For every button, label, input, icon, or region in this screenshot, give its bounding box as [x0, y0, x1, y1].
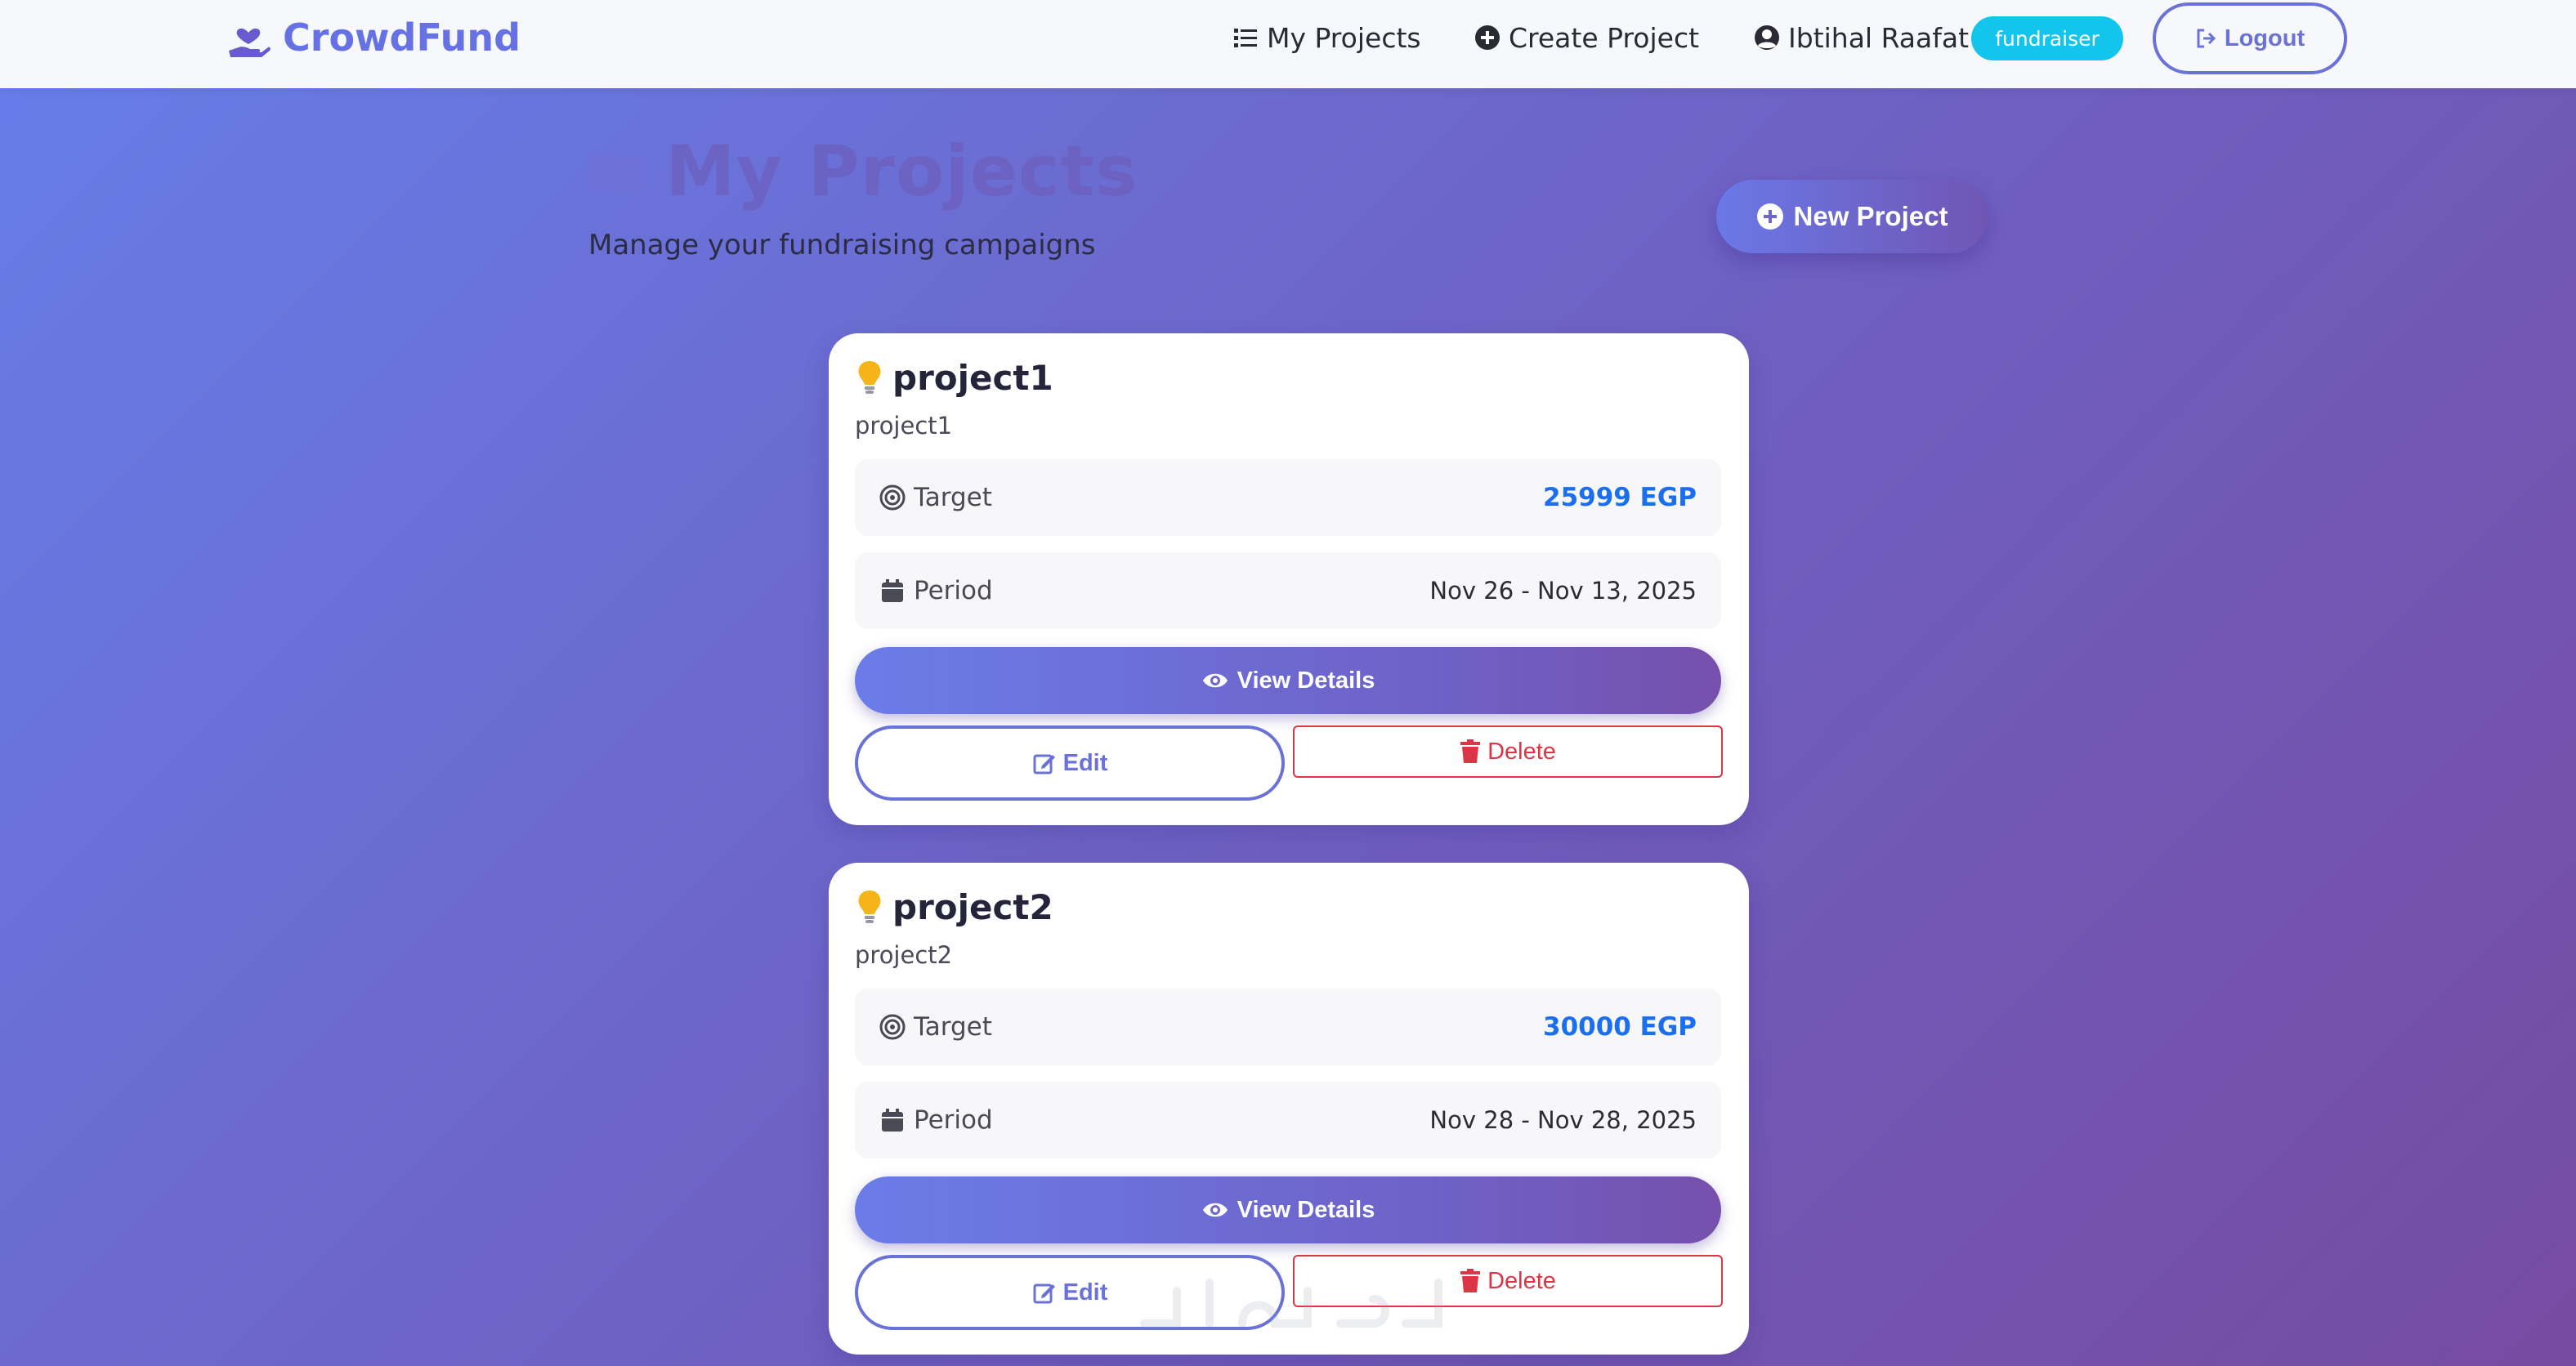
watermark-logo	[1140, 1279, 1442, 1328]
delete-label: Delete	[1487, 1267, 1556, 1294]
view-details-button[interactable]: View Details	[855, 647, 1721, 714]
nav-my-projects-label: My Projects	[1267, 21, 1421, 54]
target-row: Target 25999 EGP	[855, 459, 1721, 536]
plus-circle-icon	[1756, 203, 1783, 230]
project-title-text: project1	[892, 357, 1053, 398]
target-label: Target	[879, 989, 992, 1065]
project-card: project1 project1 Target 25999 EGP Perio…	[829, 333, 1749, 825]
view-details-label: View Details	[1237, 667, 1375, 694]
trash-icon	[1460, 1269, 1481, 1292]
new-project-label: New Project	[1793, 201, 1948, 231]
period-label-text: Period	[914, 1105, 993, 1135]
brand-logo[interactable]: CrowdFund	[226, 11, 521, 64]
project-description: project1	[855, 412, 953, 440]
project-title: project1	[855, 355, 1053, 400]
page-title: My Projects	[585, 131, 1138, 212]
page-title-text: My Projects	[665, 131, 1138, 212]
calendar-icon	[882, 579, 903, 602]
view-details-button[interactable]: View Details	[855, 1176, 1721, 1243]
project-title-text: project2	[892, 886, 1053, 927]
target-value: 25999 EGP	[1543, 483, 1697, 512]
period-row: Period Nov 26 - Nov 13, 2025	[855, 552, 1721, 629]
delete-button[interactable]: Delete	[1293, 725, 1723, 778]
edit-label: Edit	[1062, 749, 1108, 776]
eye-icon	[1202, 673, 1228, 688]
delete-label: Delete	[1487, 738, 1556, 765]
target-label-text: Target	[914, 483, 992, 512]
edit-label: Edit	[1062, 1279, 1108, 1306]
page-subtitle: Manage your fundraising campaigns	[588, 229, 1096, 261]
bullseye-icon	[879, 1014, 906, 1040]
eye-icon	[1202, 1203, 1228, 1217]
view-details-label: View Details	[1237, 1196, 1375, 1223]
sign-out-icon	[2197, 29, 2216, 48]
brand-name: CrowdFund	[283, 16, 521, 60]
edit-icon	[1033, 1283, 1055, 1304]
calendar-icon	[882, 1109, 903, 1132]
plus-circle-icon	[1475, 25, 1500, 50]
target-row: Target 30000 EGP	[855, 989, 1721, 1065]
user-name: Ibtihal Raafat	[1788, 21, 1970, 54]
period-label: Period	[879, 1082, 993, 1158]
trash-icon	[1460, 739, 1481, 763]
new-project-button[interactable]: New Project	[1716, 180, 1988, 253]
role-badge: fundraiser	[1971, 16, 2123, 60]
edit-icon	[1033, 754, 1055, 775]
user-circle-icon	[1755, 25, 1779, 50]
lightbulb-icon	[858, 891, 881, 923]
project-title: project2	[855, 884, 1053, 930]
project-description: project2	[855, 941, 953, 969]
target-label: Target	[879, 459, 992, 536]
bullseye-icon	[879, 484, 906, 511]
user-menu[interactable]: Ibtihal Raafat	[1754, 16, 1969, 59]
period-label-text: Period	[914, 576, 993, 605]
target-label-text: Target	[914, 1012, 992, 1042]
period-row: Period Nov 28 - Nov 28, 2025	[855, 1082, 1721, 1158]
logout-label: Logout	[2224, 25, 2305, 51]
target-value: 30000 EGP	[1543, 1012, 1697, 1042]
period-value: Nov 26 - Nov 13, 2025	[1429, 577, 1697, 605]
hand-holding-heart-icon	[229, 28, 271, 57]
folder-icon	[590, 154, 646, 193]
nav-create-project[interactable]: Create Project	[1474, 16, 1699, 59]
edit-button[interactable]: Edit	[855, 725, 1285, 801]
navbar: CrowdFund My Projects Create Project Ibt…	[0, 0, 2576, 88]
list-icon	[1234, 29, 1257, 47]
period-value: Nov 28 - Nov 28, 2025	[1429, 1106, 1697, 1134]
nav-my-projects[interactable]: My Projects	[1232, 16, 1421, 59]
lightbulb-icon	[858, 361, 881, 394]
logout-button[interactable]: Logout	[2153, 2, 2347, 74]
period-label: Period	[879, 552, 993, 629]
nav-create-project-label: Create Project	[1509, 21, 1700, 54]
